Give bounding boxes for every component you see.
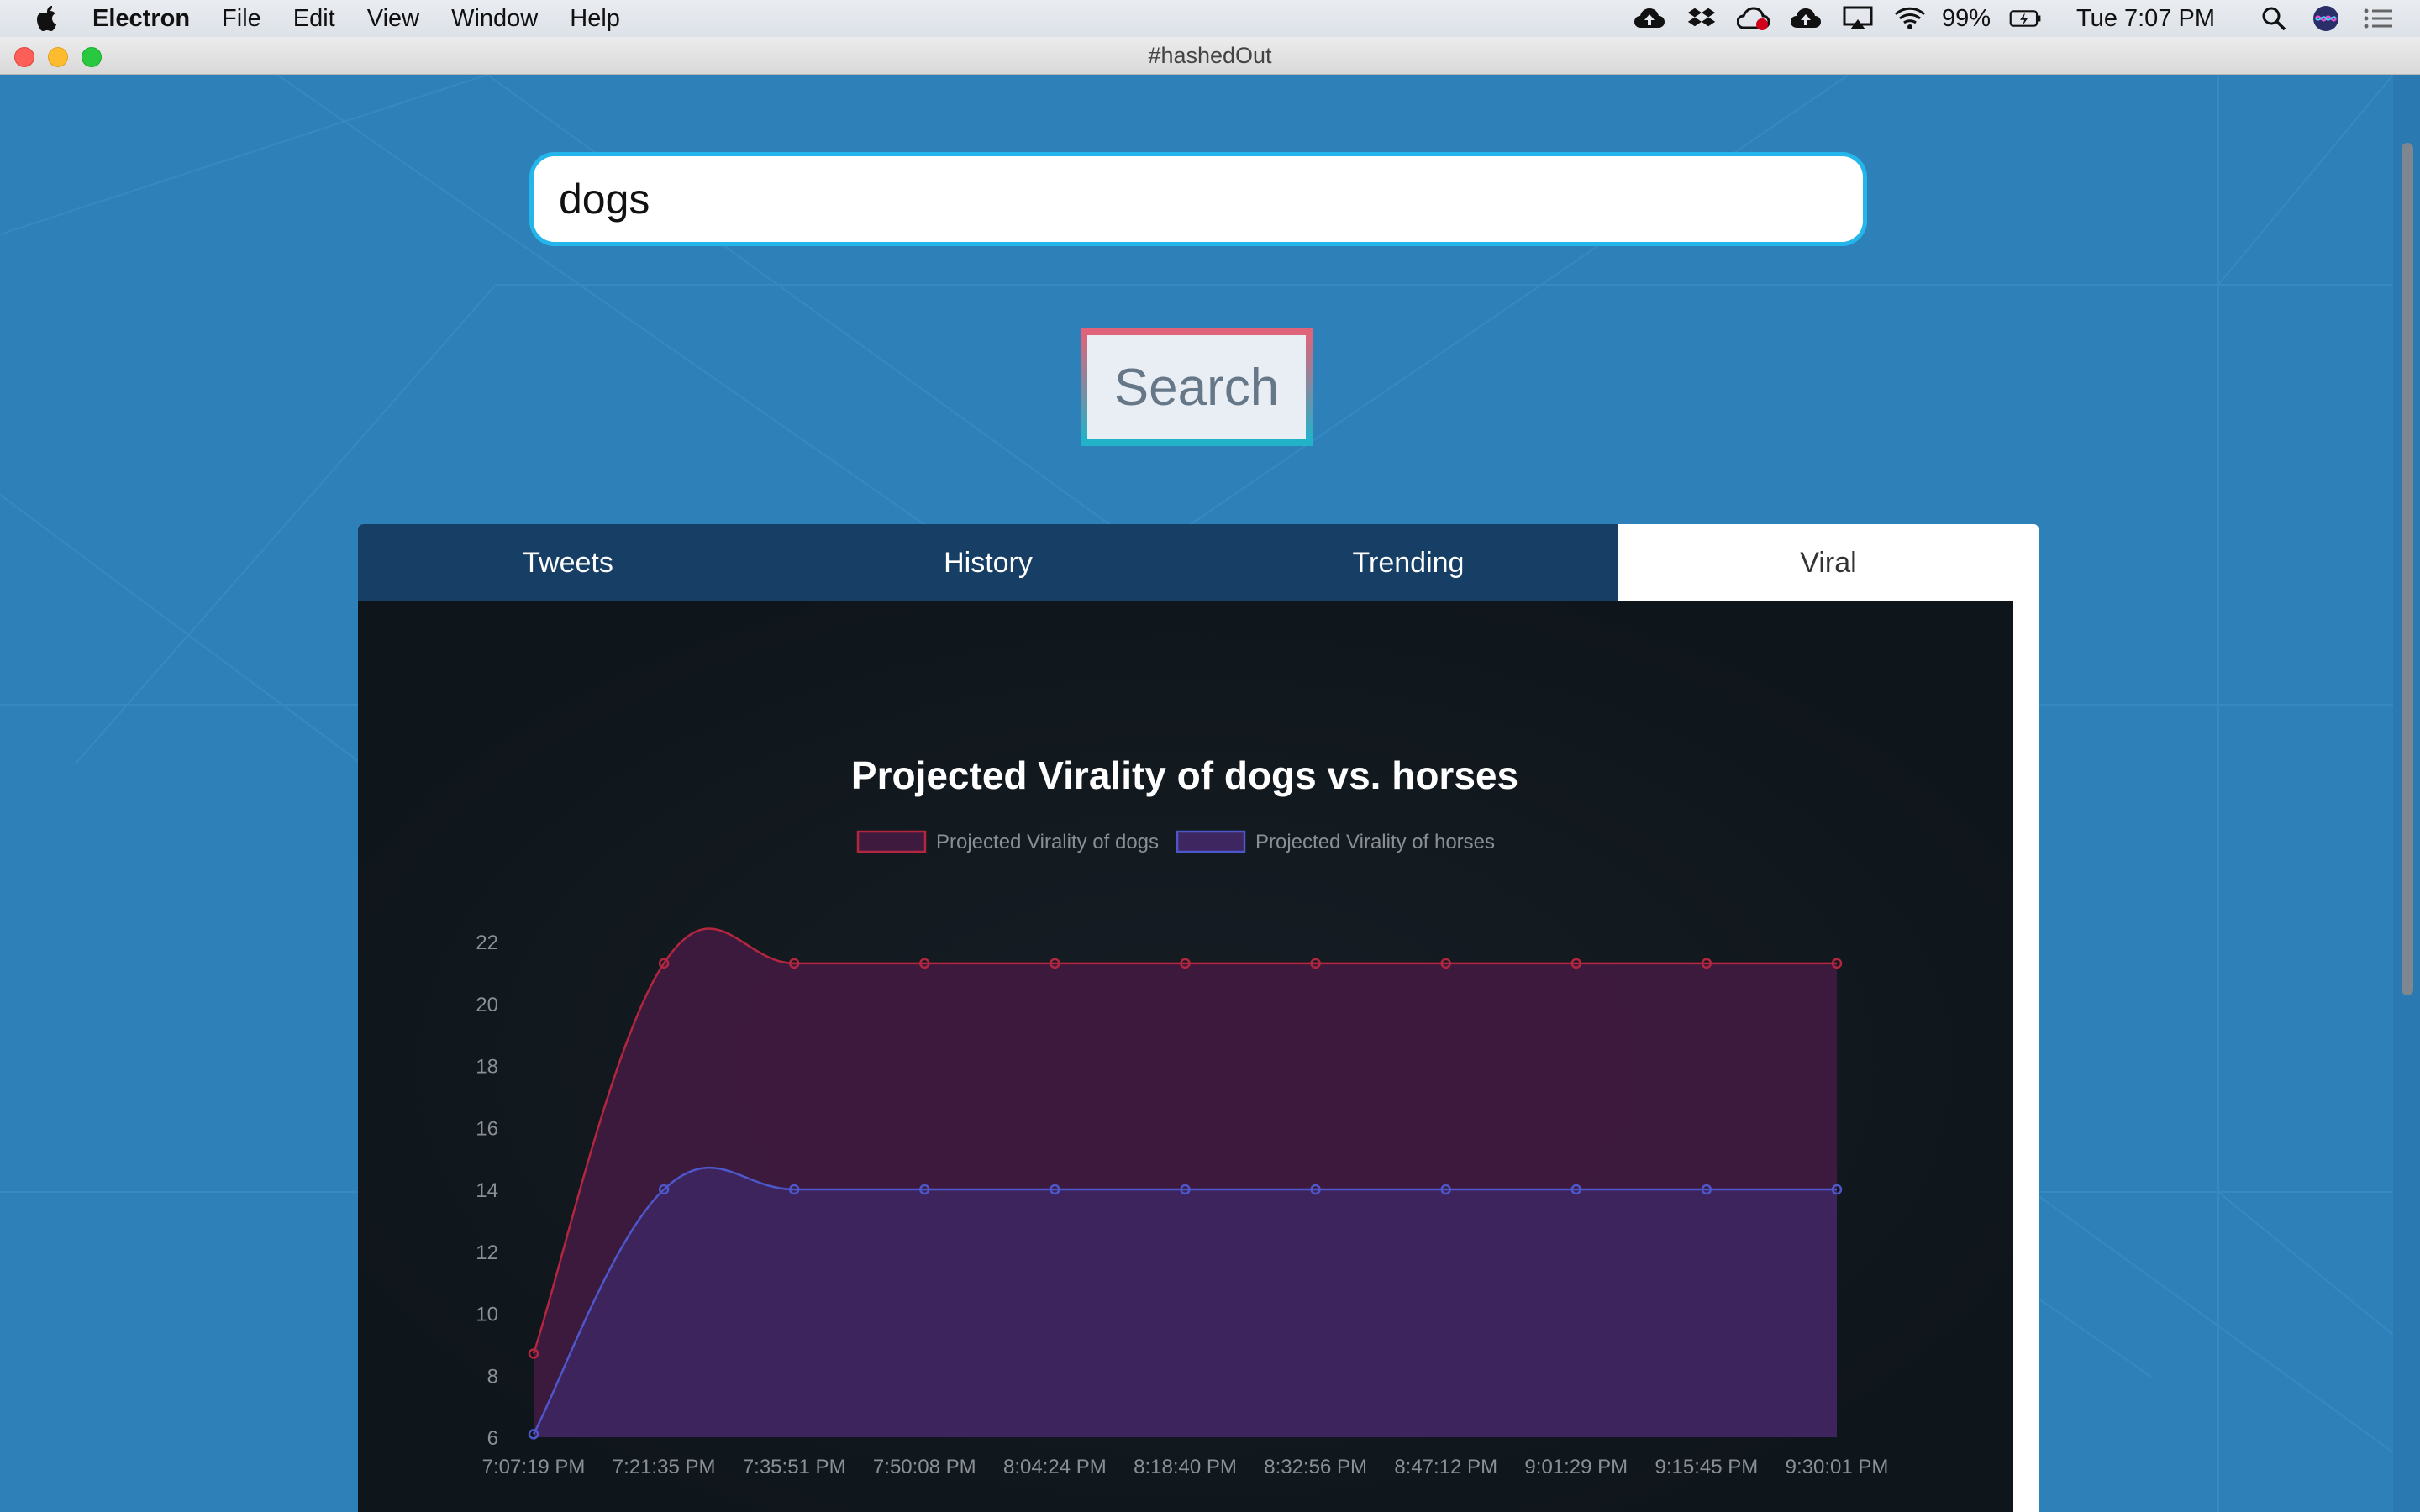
battery-icon[interactable]: [2009, 6, 2043, 31]
x-tick-label: 8:47:12 PM: [1394, 1456, 1497, 1478]
tab-history[interactable]: History: [778, 524, 1198, 601]
virality-chart: Projected Virality of dogs vs. horses Pr…: [476, 753, 1889, 1478]
dropbox-icon[interactable]: [1685, 6, 1718, 31]
menu-file[interactable]: File: [222, 5, 261, 33]
menu-help[interactable]: Help: [570, 5, 620, 33]
zoom-window-button[interactable]: [82, 47, 102, 67]
legend-label-dogs: Projected Virality of dogs: [936, 831, 1159, 853]
siri-icon[interactable]: [2309, 6, 2343, 31]
y-tick-label: 14: [476, 1179, 498, 1202]
x-tick-label: 8:18:40 PM: [1134, 1456, 1237, 1478]
minimize-window-button[interactable]: [48, 47, 68, 67]
x-tick-label: 7:35:51 PM: [743, 1456, 846, 1478]
y-axis: 6 8 10 12 14 16 18 20 22: [476, 932, 498, 1450]
creative-cloud-icon[interactable]: [1737, 6, 1770, 31]
notification-center-icon[interactable]: [2361, 6, 2395, 31]
search-icon[interactable]: [2257, 6, 2291, 31]
y-tick-label: 8: [487, 1365, 498, 1388]
x-tick-label: 8:32:56 PM: [1264, 1456, 1367, 1478]
x-tick-label: 9:15:45 PM: [1655, 1456, 1759, 1478]
tab-trending[interactable]: Trending: [1198, 524, 1618, 601]
y-tick-label: 22: [476, 932, 498, 954]
menu-bar: Electron File Edit View Window Help 99% …: [0, 0, 2420, 37]
x-tick-label: 9:30:01 PM: [1786, 1456, 1889, 1478]
chart-plot: [528, 927, 1843, 1440]
y-tick-label: 12: [476, 1242, 498, 1264]
window-title: #hashedOut: [1148, 43, 1272, 68]
menu-edit[interactable]: Edit: [293, 5, 335, 33]
x-tick-label: 9:01:29 PM: [1524, 1456, 1628, 1478]
y-tick-label: 20: [476, 994, 498, 1016]
x-tick-label: 7:07:19 PM: [482, 1456, 586, 1478]
area-horses: [534, 1168, 1837, 1437]
results-panel: Tweets History Trending Viral Projected …: [358, 524, 2039, 1512]
tab-bar: Tweets History Trending Viral: [358, 524, 2039, 601]
x-tick-label: 7:50:08 PM: [873, 1456, 976, 1478]
search-input[interactable]: [529, 152, 1867, 246]
window-title-bar: #hashedOut: [0, 37, 2420, 75]
clock[interactable]: Tue 7:07 PM: [2076, 5, 2215, 33]
chart-title: Projected Virality of dogs vs. horses: [851, 753, 1518, 797]
cloud-upload-icon[interactable]: [1633, 6, 1666, 31]
close-window-button[interactable]: [14, 47, 34, 67]
legend-swatch-horses: [1176, 830, 1246, 853]
menu-view[interactable]: View: [367, 5, 419, 33]
tab-tweets[interactable]: Tweets: [358, 524, 778, 601]
x-tick-label: 8:04:24 PM: [1003, 1456, 1107, 1478]
cloud-upload-icon[interactable]: [1789, 6, 1823, 31]
wifi-icon[interactable]: [1893, 6, 1927, 31]
tab-viral[interactable]: Viral: [1618, 524, 2039, 601]
scrollbar-thumb[interactable]: [2402, 143, 2413, 995]
battery-percent: 99%: [1942, 4, 1991, 32]
app-content: Search Tweets History Trending Viral Pro…: [0, 75, 2393, 1512]
x-tick-label: 7:21:35 PM: [613, 1456, 716, 1478]
y-tick-label: 18: [476, 1056, 498, 1079]
legend-label-horses: Projected Virality of horses: [1255, 831, 1495, 853]
y-tick-label: 16: [476, 1117, 498, 1140]
airplay-icon[interactable]: [1841, 6, 1875, 31]
viral-chart-area: Projected Virality of dogs vs. horses Pr…: [358, 601, 2013, 1512]
chart-legend: Projected Virality of dogs Projected Vira…: [856, 830, 1495, 853]
y-tick-label: 6: [487, 1427, 498, 1450]
menu-window[interactable]: Window: [451, 5, 538, 33]
legend-swatch-dogs: [856, 830, 927, 853]
y-tick-label: 10: [476, 1304, 498, 1326]
app-menu[interactable]: Electron: [92, 5, 190, 33]
apple-icon[interactable]: [34, 4, 60, 33]
search-button[interactable]: Search: [1081, 328, 1313, 446]
x-axis: 7:07:19 PM 7:21:35 PM 7:35:51 PM 7:50:08 PM…: [482, 1456, 1889, 1478]
